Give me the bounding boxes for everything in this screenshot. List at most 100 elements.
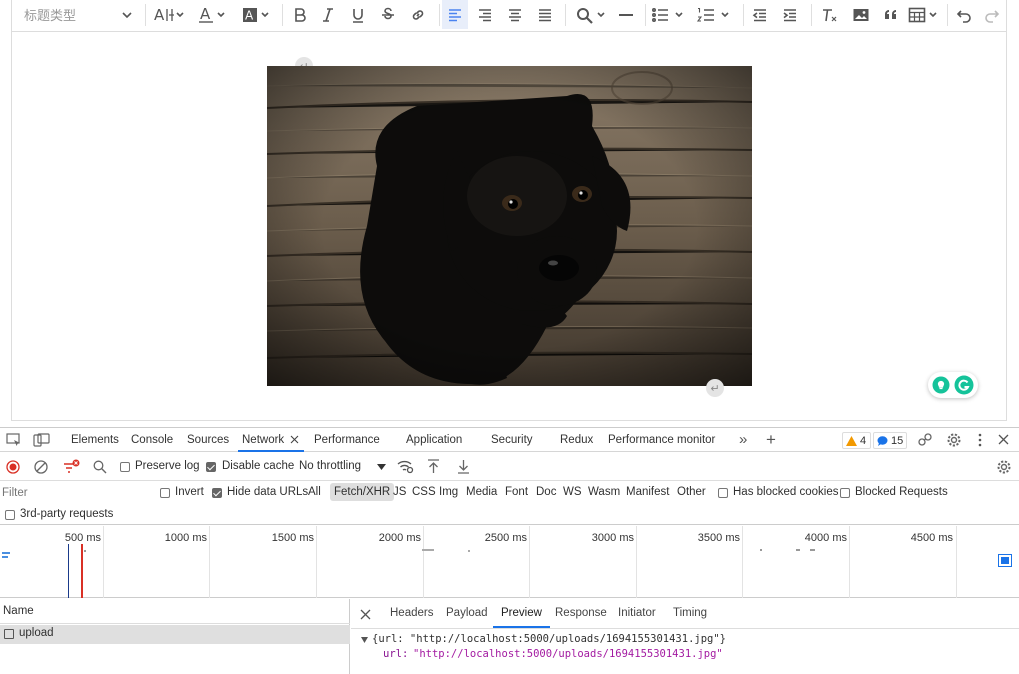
network-conditions-icon[interactable] (397, 459, 414, 474)
tab-response[interactable]: Response (555, 599, 607, 628)
type-filter-all[interactable]: All (308, 486, 321, 498)
device-toolbar-icon[interactable] (33, 433, 51, 447)
align-center-button[interactable] (502, 0, 528, 29)
blocked-requests-checkbox[interactable] (840, 488, 850, 498)
table-button[interactable] (906, 0, 944, 29)
underline-button[interactable] (346, 0, 370, 29)
align-justify-button[interactable] (532, 0, 558, 29)
tab-security[interactable]: Security (491, 428, 533, 452)
horizontal-rule-button[interactable] (614, 0, 638, 29)
lightbulb-icon[interactable] (932, 376, 950, 394)
type-filter-manifest[interactable]: Manifest (626, 486, 669, 498)
disable-cache-checkbox[interactable] (206, 462, 216, 472)
preserve-log-checkbox[interactable] (120, 462, 130, 472)
tab-headers[interactable]: Headers (390, 599, 433, 628)
paragraph-return-marker[interactable]: ↵ (706, 379, 724, 397)
inspect-element-icon[interactable] (6, 433, 22, 447)
invert-label[interactable]: Invert (175, 486, 204, 498)
outdent-button[interactable] (747, 0, 773, 29)
hide-data-urls-label[interactable]: Hide data URLs (227, 486, 308, 498)
has-blocked-cookies-checkbox[interactable] (718, 488, 728, 498)
indent-button[interactable] (777, 0, 803, 29)
close-devtools-icon[interactable] (998, 434, 1009, 445)
disable-cache-label[interactable]: Disable cache (222, 460, 294, 472)
clear-icon[interactable] (34, 460, 48, 474)
type-filter-media[interactable]: Media (466, 486, 497, 498)
inserted-image[interactable] (267, 66, 752, 386)
add-tab-button[interactable]: + (766, 428, 776, 452)
preview-value[interactable]: "http://localhost:5000/uploads/169415530… (413, 648, 723, 660)
type-filter-fetch-xhr[interactable]: Fetch/XHR (330, 483, 395, 501)
tab-redux[interactable]: Redux (560, 428, 593, 452)
filter-input[interactable] (2, 484, 147, 502)
tab-payload[interactable]: Payload (446, 599, 488, 628)
bulleted-list-button[interactable] (649, 0, 689, 29)
font-color-button[interactable]: A (194, 0, 230, 29)
grammarly-widget[interactable] (928, 372, 978, 398)
preview-summary[interactable]: {url: "http://localhost:5000/uploads/169… (372, 633, 726, 645)
type-filter-css[interactable]: CSS (412, 486, 436, 498)
tab-elements[interactable]: Elements (71, 428, 119, 452)
background-color-button[interactable]: A (236, 0, 274, 29)
blocked-requests-label[interactable]: Blocked Requests (855, 486, 948, 498)
link-button[interactable] (406, 0, 430, 29)
close-icon[interactable] (360, 609, 371, 620)
tab-network[interactable]: Network (238, 428, 304, 452)
warnings-badge[interactable]: 4 (842, 432, 871, 449)
caret-down-icon[interactable] (377, 464, 386, 470)
settings-gear-icon[interactable] (946, 432, 962, 448)
tab-console[interactable]: Console (131, 428, 173, 452)
messages-badge[interactable]: 15 (873, 432, 907, 449)
strikethrough-button[interactable] (376, 0, 400, 29)
tab-initiator[interactable]: Initiator (618, 599, 656, 628)
heading-type-select[interactable]: 标题类型 (12, 0, 140, 29)
redo-button[interactable] (978, 0, 1006, 29)
type-filter-img[interactable]: Img (439, 486, 458, 498)
tab-sources[interactable]: Sources (187, 428, 229, 452)
kebab-menu-icon[interactable] (977, 433, 983, 447)
type-filter-js[interactable]: JS (393, 486, 406, 498)
clear-format-button[interactable] (817, 0, 843, 29)
numbered-list-button[interactable] (694, 0, 734, 29)
has-blocked-cookies-label[interactable]: Has blocked cookies (733, 486, 838, 498)
filter-funnel-icon[interactable] (63, 459, 81, 475)
third-party-checkbox[interactable] (5, 510, 15, 520)
hide-data-urls-checkbox[interactable] (212, 488, 222, 498)
record-stop-icon[interactable] (6, 460, 20, 474)
type-filter-font[interactable]: Font (505, 486, 528, 498)
blockquote-button[interactable] (878, 0, 904, 29)
invert-checkbox[interactable] (160, 488, 170, 498)
network-settings-gear-icon[interactable] (996, 459, 1012, 475)
undo-button[interactable] (950, 0, 978, 29)
preserve-log-label[interactable]: Preserve log (135, 460, 200, 472)
tab-performance[interactable]: Performance (314, 428, 380, 452)
search-icon[interactable] (93, 460, 107, 474)
expand-triangle-icon[interactable] (361, 637, 368, 643)
type-filter-ws[interactable]: WS (563, 486, 582, 498)
font-size-button[interactable]: A (150, 0, 188, 29)
bold-button[interactable] (288, 0, 312, 29)
align-right-button[interactable] (472, 0, 498, 29)
close-icon[interactable] (290, 435, 299, 444)
tab-application[interactable]: Application (406, 428, 462, 452)
align-left-button[interactable] (442, 0, 468, 29)
grammarly-icon[interactable] (954, 375, 974, 395)
name-column-header[interactable]: Name (0, 599, 350, 624)
type-filter-wasm[interactable]: Wasm (588, 486, 620, 498)
italic-button[interactable] (316, 0, 340, 29)
find-replace-button[interactable] (572, 0, 610, 29)
tab-preview[interactable]: Preview (493, 599, 550, 628)
third-party-label[interactable]: 3rd-party requests (20, 508, 113, 520)
throttling-select[interactable]: No throttling (299, 460, 361, 472)
type-filter-other[interactable]: Other (677, 486, 706, 498)
export-har-icon[interactable] (457, 459, 470, 474)
image-button[interactable] (848, 0, 874, 29)
table-row[interactable]: upload (0, 625, 350, 644)
tab-performance-monitor[interactable]: Performance monitor (608, 428, 715, 452)
tab-timing[interactable]: Timing (673, 599, 707, 628)
network-overview-timeline[interactable]: 500 ms 1000 ms 1500 ms 2000 ms 2500 ms 3… (0, 526, 1019, 598)
more-tabs-button[interactable]: » (739, 428, 747, 452)
type-filter-doc[interactable]: Doc (536, 486, 556, 498)
connected-devices-icon[interactable] (917, 432, 933, 448)
import-har-icon[interactable] (427, 459, 440, 474)
